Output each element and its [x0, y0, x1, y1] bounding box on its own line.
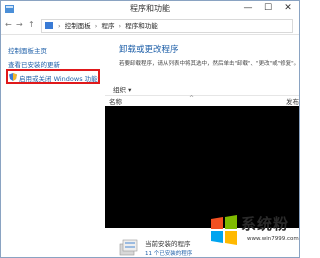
folder-icon [45, 22, 53, 29]
breadcrumb-control-panel[interactable]: 控制面板 [65, 22, 91, 30]
installed-programs-icon [119, 239, 138, 256]
highlight-box [6, 69, 100, 84]
breadcrumb-programs[interactable]: 程序 [101, 22, 114, 30]
sort-indicator-icon: ^ [189, 95, 195, 102]
windows-logo-icon [211, 215, 237, 245]
breadcrumb-separator: › [58, 22, 61, 30]
title-bar: 程序和功能 — ☐ ✕ [1, 1, 299, 17]
column-name-header[interactable]: 名称 [109, 96, 122, 106]
column-publisher-header[interactable]: 发布 [286, 96, 299, 106]
status-title: 当前安装的程序 [145, 240, 191, 248]
page-description: 若要卸载程序，请从列表中将其选中，然后单击"卸载"、"更改"或"修复"。 [119, 61, 300, 67]
breadcrumb-separator: › [118, 22, 122, 30]
breadcrumb-separator: › [94, 22, 98, 30]
sidebar-link-updates[interactable]: 查看已安装的更新 [8, 59, 60, 69]
up-arrow-icon[interactable]: ↑ [28, 20, 35, 30]
minimize-button[interactable]: — [239, 2, 257, 15]
watermark-url: www.win7999.com [247, 236, 299, 242]
sidebar-link-home[interactable]: 控制面板主页 [8, 45, 47, 55]
watermark: 系统粉 www.win7999.com [201, 209, 299, 255]
status-count: 11 个已安装的程序 [145, 251, 193, 257]
close-button[interactable]: ✕ [279, 2, 297, 15]
address-bar: ← → ↑ › 控制面板 › 程序 › 程序和功能 [1, 17, 299, 35]
watermark-brand: 系统粉 [241, 215, 290, 233]
maximize-button[interactable]: ☐ [259, 2, 277, 15]
back-arrow-icon[interactable]: ← [5, 20, 12, 30]
program-features-window: 程序和功能 — ☐ ✕ ← → ↑ › 控制面板 › 程序 › 程序和功能 控制… [0, 0, 300, 258]
column-header-row: 名称 ^ 发布 [105, 95, 299, 106]
sidebar: 控制面板主页 查看已安装的更新 启用或关闭 Windows 功能 [1, 35, 105, 257]
page-title: 卸载或更改程序 [119, 45, 179, 55]
forward-arrow-icon[interactable]: → [16, 20, 23, 30]
organize-button[interactable]: 组织 ▾ [113, 84, 131, 94]
breadcrumb[interactable]: › 控制面板 › 程序 › 程序和功能 [41, 19, 293, 33]
breadcrumb-programs-features[interactable]: 程序和功能 [125, 22, 158, 30]
